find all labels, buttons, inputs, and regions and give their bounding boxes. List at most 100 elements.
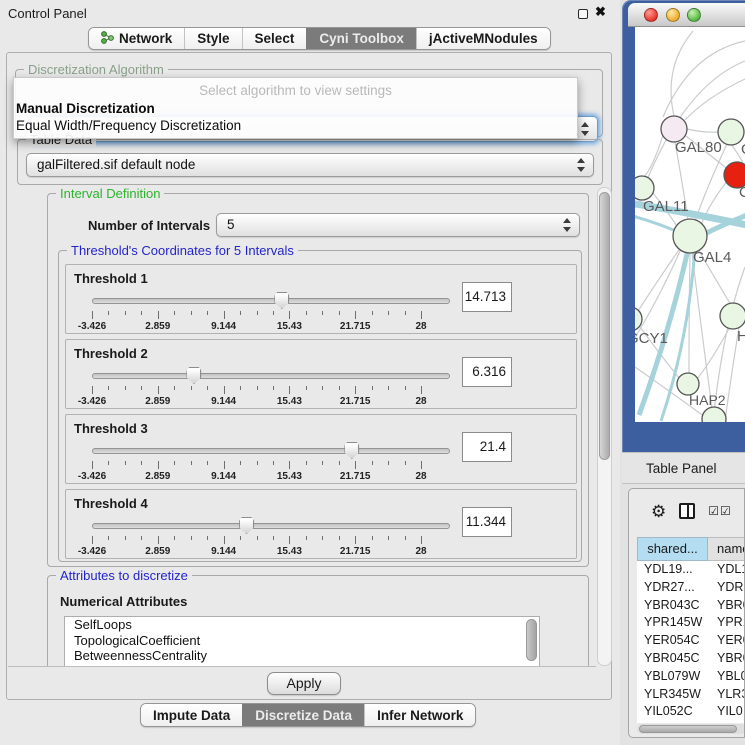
node-label: GA bbox=[741, 141, 745, 158]
table-row[interactable]: YLR345WYLR3 bbox=[637, 686, 745, 704]
table-cell[interactable]: YIL052C bbox=[637, 703, 708, 721]
table-cell[interactable]: YLR345W bbox=[637, 686, 708, 704]
combo-value: 5 bbox=[227, 217, 235, 232]
threshold-value-field[interactable]: 11.344 bbox=[462, 507, 512, 537]
attribute-list-item[interactable]: TopologicalCoefficient bbox=[65, 633, 539, 649]
column-header-name[interactable]: name bbox=[708, 537, 745, 561]
network-window-titlebar[interactable] bbox=[628, 3, 745, 27]
table-cell[interactable]: YBR0 bbox=[708, 597, 745, 615]
tick-mark bbox=[240, 386, 241, 390]
table-cell[interactable]: YER054C bbox=[637, 632, 708, 650]
threshold-slider[interactable]: -3.4262.8599.14415.4321.71528 bbox=[92, 366, 450, 406]
table-row[interactable]: YBR045CYBR0 bbox=[637, 650, 745, 668]
float-window-icon[interactable] bbox=[578, 9, 588, 19]
attribute-list-item[interactable]: BetweennessCentrality bbox=[65, 648, 539, 664]
attribute-list-item[interactable]: SelfLoops bbox=[65, 617, 539, 633]
node-label: GCY1 bbox=[635, 330, 668, 347]
checkbox-icons[interactable]: ☑☑ bbox=[708, 504, 732, 518]
threshold-slider[interactable]: -3.4262.8599.14415.4321.71528 bbox=[92, 291, 450, 331]
table-cell[interactable]: YPR145W bbox=[637, 614, 708, 632]
tick-mark bbox=[224, 311, 225, 319]
slider-track[interactable] bbox=[92, 298, 450, 304]
tick-mark bbox=[191, 461, 192, 465]
gear-icon[interactable]: ⚙ bbox=[651, 503, 666, 520]
table-cell[interactable]: YDL19... bbox=[637, 561, 708, 579]
tab-network[interactable]: Network bbox=[89, 28, 184, 49]
popup-item-equal-width-frequency[interactable]: Equal Width/Frequency Discretization bbox=[16, 118, 241, 133]
table-cell[interactable]: YER0 bbox=[708, 632, 745, 650]
network-canvas[interactable]: GAL80GACGAL11GAL4GCY1HHAP2 bbox=[635, 27, 745, 422]
list-scrollbar[interactable] bbox=[526, 619, 537, 661]
tick-mark bbox=[141, 311, 142, 315]
popup-item-manual-discretization[interactable]: Manual Discretization bbox=[16, 101, 155, 116]
bottom-tab-strip: Impute Data Discretize Data Infer Networ… bbox=[140, 703, 476, 727]
network-node[interactable] bbox=[720, 303, 745, 329]
table-row[interactable]: YPR145WYPR1 bbox=[637, 614, 745, 632]
network-node[interactable] bbox=[673, 219, 707, 253]
tab-jactivemnodules[interactable]: jActiveMNodules bbox=[416, 28, 550, 49]
number-of-intervals-combo[interactable]: 5 bbox=[216, 213, 580, 237]
scale-label: 2.859 bbox=[128, 471, 188, 482]
table-row[interactable]: YDR27...YDR2 bbox=[637, 579, 745, 597]
slider-track[interactable] bbox=[92, 373, 450, 379]
close-traffic-light[interactable] bbox=[644, 8, 658, 22]
slider-scale-labels: -3.4262.8599.14415.4321.71528 bbox=[92, 471, 450, 483]
tick-mark bbox=[240, 311, 241, 315]
table-cell[interactable]: YLR3 bbox=[708, 686, 745, 704]
split-columns-icon[interactable] bbox=[679, 503, 695, 519]
tab-cyni-toolbox[interactable]: Cyni Toolbox bbox=[306, 28, 416, 49]
threshold-slider[interactable]: -3.4262.8599.14415.4321.71528 bbox=[92, 441, 450, 481]
table-cell[interactable]: YBR0 bbox=[708, 650, 745, 668]
network-node[interactable] bbox=[702, 407, 726, 422]
slider-thumb[interactable] bbox=[186, 367, 201, 384]
table-row[interactable]: YIL052CYIL0 bbox=[637, 703, 745, 721]
table-row[interactable]: YDL19...YDL1 bbox=[637, 561, 745, 579]
column-header-shared[interactable]: shared... bbox=[637, 537, 708, 561]
slider-thumb[interactable] bbox=[274, 292, 289, 309]
table-cell[interactable]: YBR043C bbox=[637, 597, 708, 615]
table-cell[interactable]: YBL079W bbox=[637, 668, 708, 686]
scale-label: 28 bbox=[391, 321, 451, 332]
threshold-value-field[interactable]: 14.713 bbox=[462, 282, 512, 312]
tick-mark bbox=[207, 386, 208, 390]
table-cell[interactable]: YBR045C bbox=[637, 650, 708, 668]
tab-style[interactable]: Style bbox=[184, 28, 241, 49]
table-data-combo[interactable]: galFiltered.sif default node bbox=[26, 153, 594, 177]
numerical-attributes-list[interactable]: SelfLoopsTopologicalCoefficientBetweenne… bbox=[64, 616, 540, 667]
table-cell[interactable]: YDL1 bbox=[708, 561, 745, 579]
table-row[interactable]: YBR043CYBR0 bbox=[637, 597, 745, 615]
scrollbar-thumb[interactable] bbox=[599, 192, 610, 460]
scale-label: 28 bbox=[391, 471, 451, 482]
tick-mark bbox=[158, 386, 159, 394]
table-cell[interactable]: YPR1 bbox=[708, 614, 745, 632]
slider-track[interactable] bbox=[92, 448, 450, 454]
stepper-icon bbox=[581, 122, 590, 136]
tick-mark bbox=[388, 536, 389, 540]
table-horizontal-scrollbar[interactable] bbox=[637, 724, 745, 734]
zoom-traffic-light[interactable] bbox=[687, 8, 701, 22]
tab-impute-data[interactable]: Impute Data bbox=[141, 704, 242, 726]
table-row[interactable]: YER054CYER0 bbox=[637, 632, 745, 650]
slider-thumb[interactable] bbox=[239, 517, 254, 534]
slider-track[interactable] bbox=[92, 523, 450, 529]
tab-select[interactable]: Select bbox=[242, 28, 307, 49]
network-node[interactable] bbox=[635, 176, 654, 200]
apply-button[interactable]: Apply bbox=[267, 672, 341, 695]
table-cell[interactable]: YDR27... bbox=[637, 579, 708, 597]
threshold-value-field[interactable]: 6.316 bbox=[462, 357, 512, 387]
tab-discretize-data[interactable]: Discretize Data bbox=[242, 704, 364, 726]
table-cell[interactable]: YIL0 bbox=[708, 703, 745, 721]
table-cell[interactable]: YDR2 bbox=[708, 579, 745, 597]
tab-infer-network[interactable]: Infer Network bbox=[364, 704, 475, 726]
group-title-attributes: Attributes to discretize bbox=[56, 568, 192, 583]
minimize-traffic-light[interactable] bbox=[666, 8, 680, 22]
table-cell[interactable]: YBL0 bbox=[708, 668, 745, 686]
close-icon[interactable]: ✖ bbox=[595, 4, 606, 20]
slider-thumb[interactable] bbox=[344, 442, 359, 459]
threshold-slider[interactable]: -3.4262.8599.14415.4321.71528 bbox=[92, 516, 450, 556]
main-vertical-scrollbar[interactable] bbox=[597, 187, 612, 666]
table-row[interactable]: YBL079WYBL0 bbox=[637, 668, 745, 686]
scrollbar-thumb[interactable] bbox=[639, 725, 737, 733]
threshold-value-field[interactable]: 21.4 bbox=[462, 432, 512, 462]
tab-label: Discretize Data bbox=[255, 708, 352, 723]
